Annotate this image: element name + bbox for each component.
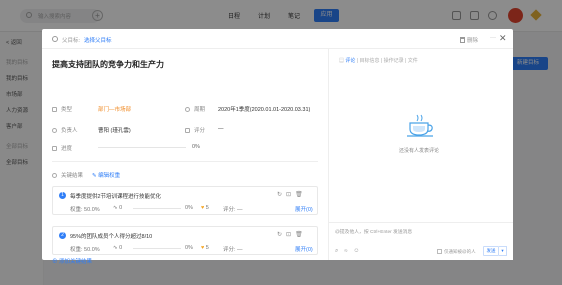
kr-expand-link[interactable]: 展开(0): [295, 205, 313, 213]
kr-likes[interactable]: ♥ 5: [201, 245, 209, 251]
key-result-card[interactable]: 1 每季度提供2节培训课程进行技能优化 ↻⊡🗑 权重: 50.0% ∿ 0 0%…: [52, 186, 318, 215]
empty-comments-text: 还没有人发表评论: [399, 148, 440, 154]
key-results-label: 关键结果: [52, 171, 83, 179]
user-icon: [52, 128, 57, 133]
tab-comments[interactable]: 评论: [345, 58, 355, 64]
notify-mentioned-option[interactable]: 仅通知被@的人: [437, 249, 476, 255]
teacup-icon: [407, 114, 433, 137]
divider: [52, 161, 318, 162]
delete-icon[interactable]: 🗑: [295, 232, 307, 238]
activity-pane: ▤ 评论 | 目标信息 | 操作记录 | 文件 还没有人发表评论 @提及他人，按…: [329, 49, 513, 260]
score-value: —: [218, 126, 224, 132]
close-icon[interactable]: ✕: [499, 33, 507, 44]
delete-icon[interactable]: 🗑: [295, 192, 307, 198]
kr-likes[interactable]: ♥ 5: [201, 205, 209, 211]
parent-goal-label: 父目标:: [62, 38, 81, 44]
pin-icon[interactable]: ⊡: [286, 192, 295, 198]
kr-actions: ↻⊡🗑: [277, 191, 307, 198]
goal-title[interactable]: 提高支持团队的竞争力和生产力: [52, 59, 164, 70]
comment-tools: ⌕∾☺: [335, 248, 366, 255]
edit-weight-link[interactable]: ✎ 编辑权重: [92, 171, 120, 179]
score-field-label: 评分: [185, 126, 205, 134]
send-button[interactable]: 发送: [483, 246, 499, 256]
progress-icon: [52, 146, 57, 151]
progress-bar[interactable]: [98, 147, 186, 148]
emoji-icon[interactable]: ☺: [353, 248, 365, 254]
target-icon: [52, 173, 57, 178]
progress-field-label: 进度: [52, 144, 72, 152]
type-value[interactable]: 部门—市场部: [98, 105, 131, 113]
goal-info-pane: 提高支持团队的竞争力和生产力 类型 部门—市场部 周期 2020年1季度(202…: [42, 49, 328, 265]
type-icon: [52, 107, 57, 112]
comment-input[interactable]: @提及他人，按 Ctrl+Enter 发送消息 ⌕∾☺ 仅通知被@的人 发送 ▾: [329, 222, 513, 260]
kr-links: ∿ 0: [113, 245, 123, 251]
modal-header: 父目标: 选择父目标 删除 ··· ✕: [42, 29, 513, 49]
kr-title[interactable]: 每季度提供2节培训课程进行技能优化: [70, 192, 161, 200]
kr-weight: 权重: 50.0%: [70, 207, 100, 213]
period-field-label: 周期: [185, 105, 205, 113]
kr-links: ∿ 0: [113, 205, 123, 211]
key-result-card[interactable]: 2 95%的团队成员个人得分超过8/10 ↻⊡🗑 权重: 50.0% ∿ 0 0…: [52, 226, 318, 255]
kr-title[interactable]: 95%的团队成员个人得分超过8/10: [70, 232, 152, 240]
kr-score: 评分: —: [223, 207, 243, 213]
trash-icon: [460, 37, 465, 43]
kr-progress: 0%: [185, 245, 193, 251]
attach-icon[interactable]: ⌕: [335, 248, 344, 254]
refresh-icon[interactable]: ↻: [277, 192, 286, 198]
kr-number: 1: [59, 192, 66, 199]
notify-checkbox[interactable]: [437, 249, 442, 254]
period-value[interactable]: 2020年1季度(2020.01.01-2020.03.31): [218, 105, 310, 113]
delete-label: 删除: [467, 38, 479, 44]
tag-icon: [185, 128, 190, 133]
more-icon[interactable]: ···: [490, 35, 496, 41]
kr-number: 2: [59, 232, 66, 239]
kr-actions: ↻⊡🗑: [277, 231, 307, 238]
activity-tabs: ▤ 评论 | 目标信息 | 操作记录 | 文件: [339, 58, 418, 64]
kr-weight: 权重: 50.0%: [70, 247, 100, 253]
type-field-label: 类型: [52, 105, 72, 113]
tab-goal-info[interactable]: 目标信息: [360, 58, 380, 64]
delete-button[interactable]: 删除: [460, 36, 478, 44]
select-parent-goal-link[interactable]: 选择父目标: [84, 36, 112, 44]
kr-progress-bar: [133, 248, 181, 249]
kr-progress-bar: [133, 208, 181, 209]
refresh-icon[interactable]: ↻: [277, 232, 286, 238]
tab-files[interactable]: 文件: [408, 58, 418, 64]
kr-expand-link[interactable]: 展开(0): [295, 245, 313, 253]
owner-field-label: 负责人: [52, 126, 78, 134]
progress-value: 0%: [192, 144, 200, 150]
clock-icon: [185, 107, 190, 112]
kr-score: 评分: —: [223, 247, 243, 253]
goal-detail-modal: 父目标: 选择父目标 删除 ··· ✕ 提高支持团队的竞争力和生产力 类型 部门…: [42, 29, 513, 265]
parent-goal-icon: [52, 36, 58, 42]
kr-progress: 0%: [185, 205, 193, 211]
pin-icon[interactable]: ⊡: [286, 232, 295, 238]
tab-history[interactable]: 操作记录: [384, 58, 404, 64]
comment-placeholder: @提及他人，按 Ctrl+Enter 发送消息: [335, 230, 413, 235]
add-key-result-button[interactable]: ⊕ 添加关键结果: [52, 257, 92, 265]
send-options-dropdown[interactable]: ▾: [499, 246, 507, 256]
owner-value[interactable]: 曹阳 (瑾孔雲): [98, 126, 131, 134]
